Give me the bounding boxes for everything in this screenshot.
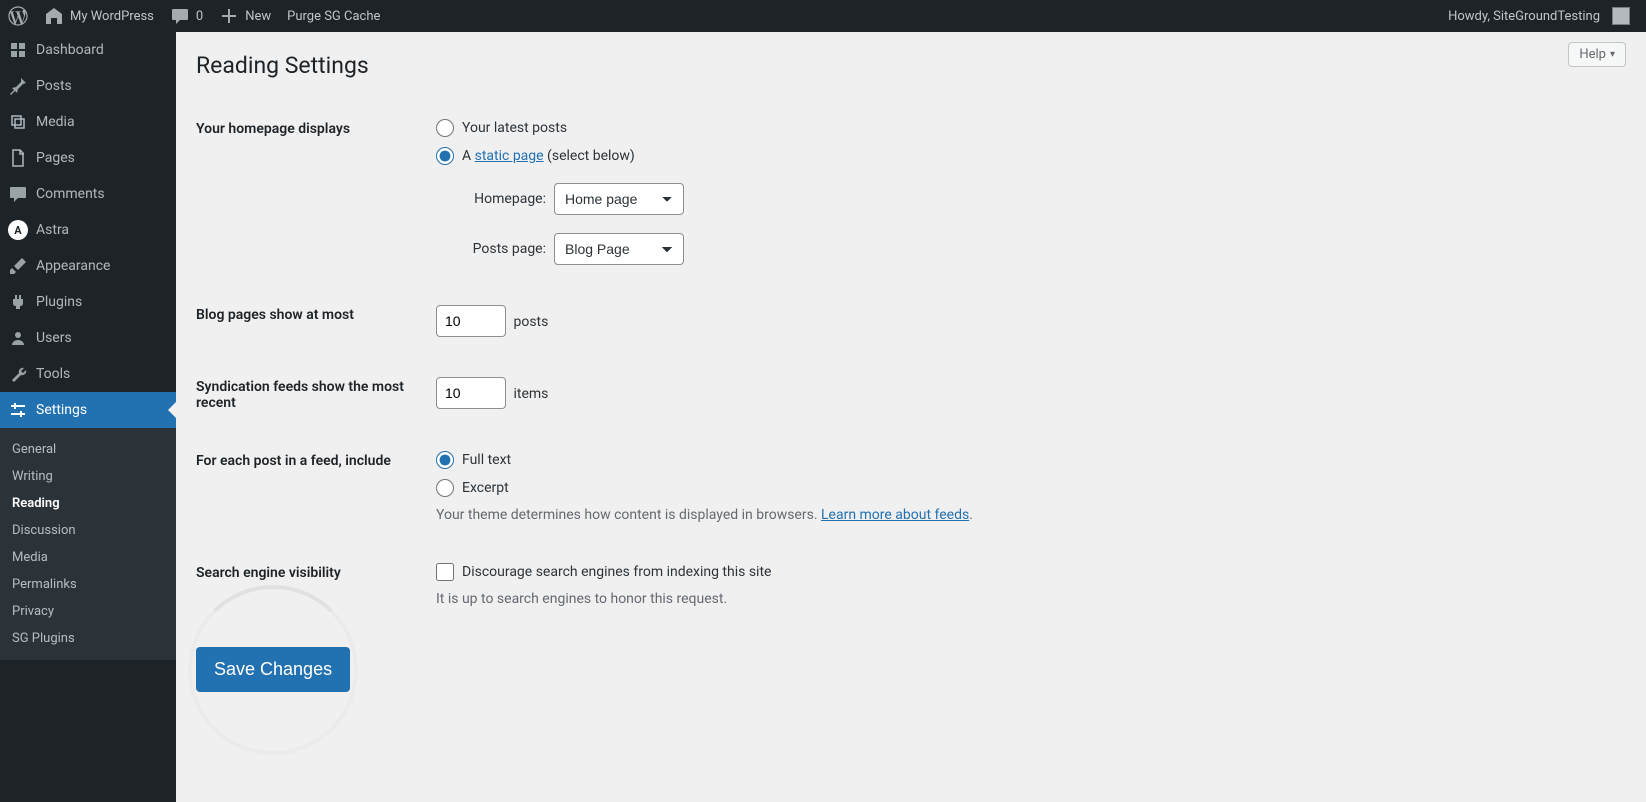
brush-icon xyxy=(8,256,28,276)
submenu-sg-plugins[interactable]: SG Plugins xyxy=(0,625,176,652)
new-label: New xyxy=(245,9,271,24)
sidebar-item-appearance[interactable]: Appearance xyxy=(0,248,176,284)
sidebar-item-users[interactable]: Users xyxy=(0,320,176,356)
sidebar-item-astra[interactable]: Astra xyxy=(0,212,176,248)
submenu-media[interactable]: Media xyxy=(0,544,176,571)
row-syndication: Syndication feeds show the most recent i… xyxy=(196,357,1626,431)
search-visibility-desc: It is up to search engines to honor this… xyxy=(436,591,1626,607)
label-homepage-displays: Your homepage displays xyxy=(196,119,436,137)
admin-sidebar: Dashboard Posts Media Pages Comments Ast… xyxy=(0,32,176,802)
dashboard-icon xyxy=(8,40,28,60)
submenu-general[interactable]: General xyxy=(0,436,176,463)
submenu-privacy[interactable]: Privacy xyxy=(0,598,176,625)
radio-static-page-label: A static page (select below) xyxy=(462,148,635,164)
site-name: My WordPress xyxy=(70,9,154,24)
home-icon xyxy=(44,6,64,26)
submenu-writing[interactable]: Writing xyxy=(0,463,176,490)
label-search-visibility: Search engine visibility xyxy=(196,563,436,581)
main-content: Help Reading Settings Your homepage disp… xyxy=(176,32,1646,802)
sidebar-item-posts[interactable]: Posts xyxy=(0,68,176,104)
comment-icon xyxy=(170,6,190,26)
wordpress-icon xyxy=(8,6,28,26)
row-feed-include: For each post in a feed, include Full te… xyxy=(196,431,1626,543)
homepage-select-label: Homepage: xyxy=(464,191,546,207)
comments-count: 0 xyxy=(196,9,203,24)
astra-icon xyxy=(8,220,28,240)
row-blog-pages: Blog pages show at most posts xyxy=(196,285,1626,357)
postspage-select-label: Posts page: xyxy=(464,241,546,257)
checkbox-discourage-search[interactable] xyxy=(436,563,454,581)
site-link[interactable]: My WordPress xyxy=(36,0,162,32)
comment-icon xyxy=(8,184,28,204)
sliders-icon xyxy=(8,400,28,420)
label-blog-pages: Blog pages show at most xyxy=(196,305,436,323)
account-link[interactable]: Howdy, SiteGroundTesting xyxy=(1440,0,1638,32)
submenu-permalinks[interactable]: Permalinks xyxy=(0,571,176,598)
sidebar-item-comments[interactable]: Comments xyxy=(0,176,176,212)
unit-items: items xyxy=(513,386,548,402)
radio-latest-posts-label: Your latest posts xyxy=(462,120,567,136)
purge-cache[interactable]: Purge SG Cache xyxy=(279,0,388,32)
sidebar-item-settings[interactable]: Settings xyxy=(0,392,176,428)
radio-full-text-label: Full text xyxy=(462,452,511,468)
radio-full-text[interactable] xyxy=(436,451,454,469)
sidebar-item-pages[interactable]: Pages xyxy=(0,140,176,176)
input-syndication-items[interactable] xyxy=(436,377,506,409)
static-page-link[interactable]: static page xyxy=(475,148,544,164)
help-toggle[interactable]: Help xyxy=(1568,42,1626,67)
avatar xyxy=(1612,7,1630,25)
sidebar-item-media[interactable]: Media xyxy=(0,104,176,140)
save-button[interactable]: Save Changes xyxy=(196,647,350,692)
sidebar-item-plugins[interactable]: Plugins xyxy=(0,284,176,320)
admin-toolbar: My WordPress 0 New Purge SG Cache Howdy,… xyxy=(0,0,1646,32)
submenu-reading[interactable]: Reading xyxy=(0,490,176,517)
plus-icon xyxy=(219,6,239,26)
sidebar-item-tools[interactable]: Tools xyxy=(0,356,176,392)
row-search-visibility: Search engine visibility Discourage sear… xyxy=(196,543,1626,627)
unit-posts: posts xyxy=(513,314,548,330)
postspage-select[interactable]: Blog Page xyxy=(554,233,684,265)
media-icon xyxy=(8,112,28,132)
radio-static-page[interactable] xyxy=(436,147,454,165)
settings-submenu: General Writing Reading Discussion Media… xyxy=(0,428,176,660)
label-syndication: Syndication feeds show the most recent xyxy=(196,377,436,411)
homepage-select[interactable]: Home page xyxy=(554,183,684,215)
radio-excerpt[interactable] xyxy=(436,479,454,497)
wp-logo[interactable] xyxy=(0,0,36,32)
radio-excerpt-label: Excerpt xyxy=(462,480,509,496)
row-homepage-displays: Your homepage displays Your latest posts… xyxy=(196,99,1626,285)
pin-icon xyxy=(8,76,28,96)
wrench-icon xyxy=(8,364,28,384)
sidebar-item-dashboard[interactable]: Dashboard xyxy=(0,32,176,68)
new-content[interactable]: New xyxy=(211,0,279,32)
user-icon xyxy=(8,328,28,348)
input-posts-per-page[interactable] xyxy=(436,305,506,337)
radio-latest-posts[interactable] xyxy=(436,119,454,137)
learn-feeds-link[interactable]: Learn more about feeds xyxy=(821,507,969,523)
label-feed-include: For each post in a feed, include xyxy=(196,451,436,469)
page-title: Reading Settings xyxy=(196,32,1626,89)
feed-description: Your theme determines how content is dis… xyxy=(436,507,1626,523)
submenu-discussion[interactable]: Discussion xyxy=(0,517,176,544)
howdy-text: Howdy, SiteGroundTesting xyxy=(1448,9,1600,24)
plug-icon xyxy=(8,292,28,312)
checkbox-discourage-label: Discourage search engines from indexing … xyxy=(462,564,771,580)
comments-link[interactable]: 0 xyxy=(162,0,211,32)
page-icon xyxy=(8,148,28,168)
